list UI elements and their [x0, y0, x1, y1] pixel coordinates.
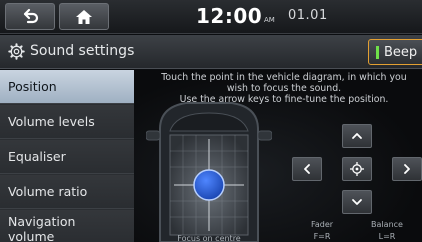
menu-item-volume-levels[interactable]: Volume levels — [0, 105, 134, 139]
page-title: Sound settings — [30, 43, 135, 59]
gear-icon — [8, 43, 25, 60]
home-icon — [76, 9, 92, 24]
crosshair-icon — [350, 162, 364, 176]
sound-focus-dot[interactable] — [193, 169, 225, 201]
menu-item-label: Volume ratio — [8, 184, 88, 199]
beep-toggle-button[interactable]: Beep — [368, 39, 422, 65]
menu-item-volume-ratio[interactable]: Volume ratio — [0, 175, 134, 209]
beep-indicator — [376, 45, 379, 59]
chevron-left-icon — [304, 164, 310, 174]
back-button[interactable] — [5, 3, 55, 30]
clock-ampm: AM — [264, 16, 275, 24]
menu-item-label: Equaliser — [8, 149, 66, 164]
balance-value: L=R — [378, 232, 396, 241]
arrow-up-button[interactable] — [342, 124, 372, 148]
back-arrow-icon — [23, 8, 39, 23]
menu-item-navigation-volume[interactable]: Navigation volume — [0, 210, 134, 242]
title-bar: Sound settings Beep — [0, 35, 422, 69]
clock-time: 12:00 — [196, 4, 263, 28]
instruction-line-1: Touch the point in the vehicle diagram, … — [161, 72, 407, 83]
home-button[interactable] — [59, 3, 109, 30]
date-display: 01.01 — [288, 8, 328, 23]
instruction-line-2: wish to focus the sound. — [226, 83, 342, 94]
chevron-up-icon — [352, 133, 362, 139]
menu-item-label: Volume levels — [8, 114, 95, 129]
balance-label: Balance — [371, 220, 403, 229]
fader-value: F=R — [313, 232, 331, 241]
fader-label: Fader — [310, 220, 334, 229]
chevron-down-icon — [352, 199, 362, 205]
chevron-right-icon — [404, 164, 410, 174]
vehicle-diagram[interactable] — [146, 101, 272, 242]
menu-item-position[interactable]: Position — [0, 70, 134, 104]
arrow-down-button[interactable] — [342, 190, 372, 214]
menu-item-label: Navigation volume — [8, 214, 76, 242]
status-bar: 12:00 AM 01.01 — [0, 0, 422, 34]
settings-menu: Position Volume levels Equaliser Volume … — [0, 70, 134, 242]
focus-caption: Focus on centre — [177, 234, 241, 242]
menu-item-label: Position — [8, 79, 57, 94]
beep-label: Beep — [384, 44, 418, 60]
arrow-right-button[interactable] — [392, 157, 422, 181]
position-panel: Touch the point in the vehicle diagram, … — [134, 70, 422, 242]
arrow-left-button[interactable] — [292, 157, 322, 181]
center-position-button[interactable] — [342, 157, 372, 181]
menu-item-equaliser[interactable]: Equaliser — [0, 140, 134, 174]
